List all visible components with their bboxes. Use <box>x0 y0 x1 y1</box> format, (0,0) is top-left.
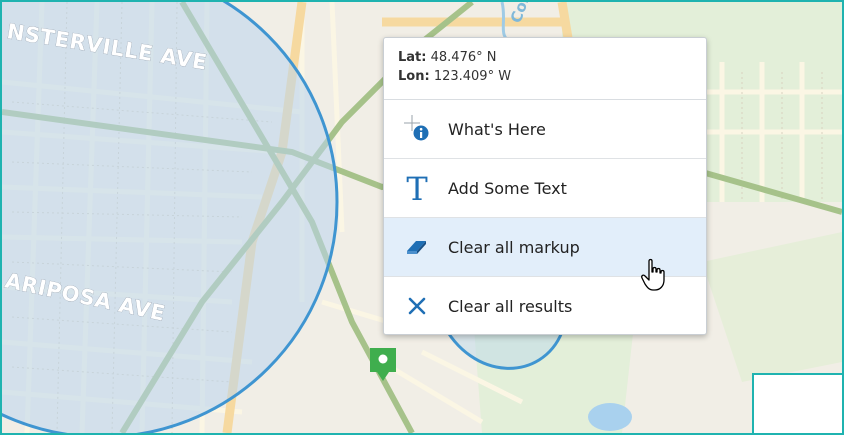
menu-item-add-text[interactable]: T Add Some Text <box>384 159 706 218</box>
text-icon: T <box>392 168 442 208</box>
svg-text:T: T <box>406 172 428 204</box>
lat-label: Lat: <box>398 50 427 65</box>
eraser-icon <box>392 227 442 267</box>
menu-item-label: What's Here <box>448 119 546 139</box>
pond <box>588 403 632 431</box>
close-icon <box>392 286 442 326</box>
menu-item-label: Clear all markup <box>448 237 580 257</box>
menu-item-label: Add Some Text <box>448 178 567 198</box>
lat-value: 48.476° N <box>430 50 497 65</box>
side-panel-corner <box>752 373 842 433</box>
coordinates-readout: Lat: 48.476° N Lon: 123.409° W <box>384 38 706 100</box>
lon-value: 123.409° W <box>433 69 512 84</box>
menu-item-label: Clear all results <box>448 296 573 316</box>
whats-here-icon <box>392 109 442 149</box>
menu-item-whats-here[interactable]: What's Here <box>384 100 706 159</box>
hand-cursor-icon <box>641 258 665 291</box>
lon-label: Lon: <box>398 69 430 84</box>
